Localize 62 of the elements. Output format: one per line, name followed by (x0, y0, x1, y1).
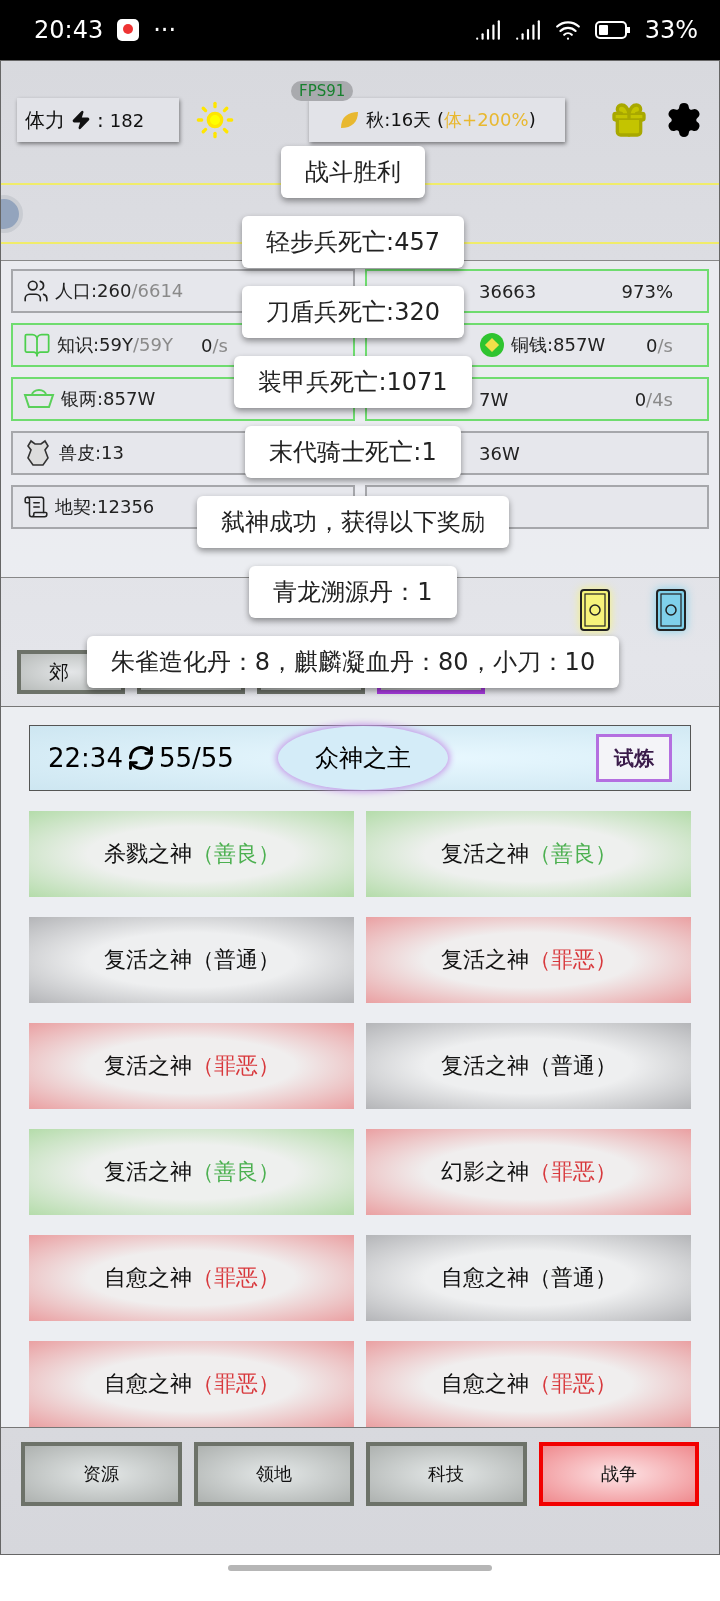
stamina-separator: : (97, 108, 104, 132)
resource-amount: 铜钱:857W (511, 333, 606, 357)
god-card[interactable]: 复活之神（普通） (366, 1023, 691, 1109)
fps-counter: FPS91 (291, 81, 354, 101)
battery-icon (594, 20, 631, 40)
god-card[interactable]: 自愈之神（普通） (366, 1235, 691, 1321)
battle-toast: 刀盾兵死亡:320 (242, 286, 464, 338)
god-title: 众神之主 (277, 726, 448, 790)
sun-icon (195, 100, 235, 140)
nav-button[interactable]: 领地 (193, 1442, 354, 1506)
resource-amount: 兽皮:13 (59, 441, 124, 465)
god-card[interactable]: 复活之神（善良） (366, 811, 691, 897)
coin-icon (479, 332, 505, 358)
god-card[interactable]: 自愈之神（罪恶） (29, 1235, 354, 1321)
sun-card-icon[interactable] (579, 588, 611, 632)
season-text: 秋:16天 (体+200%) (366, 108, 536, 132)
leaf-icon (338, 109, 361, 131)
nav-button[interactable]: 科技 (366, 1442, 527, 1506)
battle-toast: 轻步兵死亡:457 (242, 216, 464, 268)
nav-button[interactable]: 资源 (21, 1442, 182, 1506)
resource-amount: 36W (479, 442, 520, 464)
more-notifications: ··· (153, 16, 177, 44)
god-card[interactable]: 自愈之神（罪恶） (366, 1341, 691, 1427)
trial-button[interactable]: 试炼 (596, 734, 672, 782)
resource-amount: 地契:12356 (55, 495, 155, 519)
god-card[interactable]: 复活之神（罪恶） (366, 917, 691, 1003)
resource-amount: 银两:857W (61, 387, 156, 411)
people-icon (23, 278, 49, 304)
god-card[interactable]: 复活之神（善良） (29, 1129, 354, 1215)
battle-toast: 青龙溯源丹：1 (249, 566, 457, 618)
resource-amount: 知识:59Y/59Y (57, 333, 173, 357)
resource-amount: 7W (479, 388, 509, 410)
god-card[interactable]: 自愈之神（罪恶） (29, 1341, 354, 1427)
god-card[interactable]: 杀戮之神（善良） (29, 811, 354, 897)
god-card[interactable]: 幻影之神（罪恶） (366, 1129, 691, 1215)
resource-amount: 人口:260/6614 (55, 279, 184, 303)
clock: 20:43 (34, 16, 104, 44)
nav-button[interactable]: 战争 (538, 1442, 699, 1506)
lightning-icon (71, 110, 91, 130)
battle-toast: 装甲兵死亡:1071 (234, 356, 472, 408)
scroll-icon (23, 494, 49, 520)
countdown: 22:34 (48, 743, 123, 773)
signal-icon (474, 17, 501, 43)
refresh-icon[interactable] (126, 744, 155, 772)
battle-toast: 战斗胜利 (281, 146, 425, 198)
resource-rate: 0/s (200, 334, 228, 356)
god-card[interactable]: 复活之神（普通） (29, 917, 354, 1003)
god-card[interactable]: 复活之神（罪恶） (29, 1023, 354, 1109)
battle-toast: 末代骑士死亡:1 (245, 426, 461, 478)
challenge-count: 55/55 (158, 743, 234, 773)
moon-card-icon[interactable] (655, 588, 687, 632)
resource-rate: 973% (621, 280, 673, 302)
resource-rate: 0/s (646, 334, 673, 356)
resource-rate: 0/4s (634, 388, 673, 410)
book-icon (23, 331, 51, 359)
resource-amount: 36663 (479, 280, 537, 302)
stamina-value: 182 (109, 109, 145, 131)
battle-toast: 朱雀造化丹：8，麒麟凝血丹：80，小刀：10 (86, 636, 620, 688)
signal-icon (514, 17, 541, 43)
battle-toast: 弑神成功，获得以下奖励 (197, 496, 509, 548)
stamina-label: 体力 (25, 106, 65, 134)
battery-level: 33% (644, 16, 698, 44)
